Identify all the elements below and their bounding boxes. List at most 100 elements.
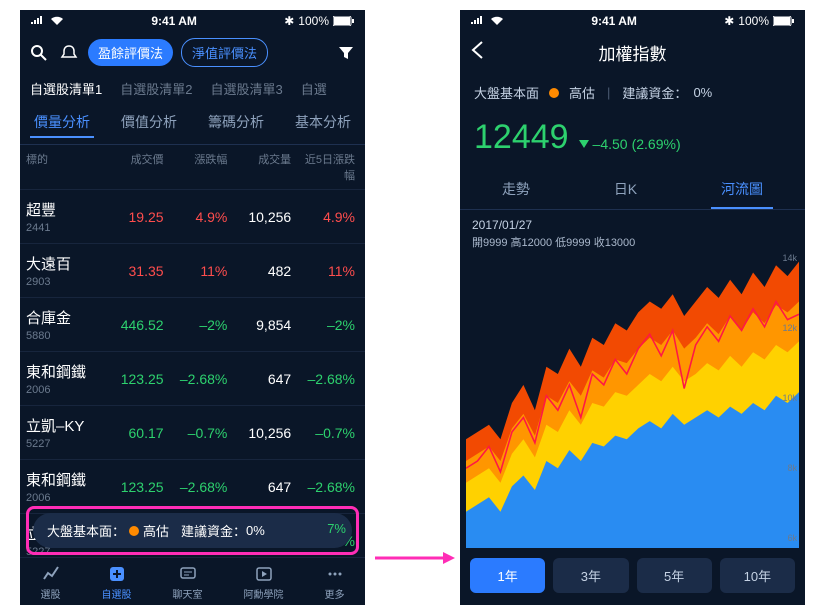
nav-item[interactable]: 自選股 (102, 564, 132, 601)
river-chart[interactable]: 14k12k10k8k6k (466, 258, 799, 548)
arrow-icon (375, 548, 455, 568)
nav-icon (178, 564, 198, 584)
watchlist-tab[interactable]: 自選股清單1 (30, 79, 102, 98)
signal-icon (470, 16, 486, 26)
col-change[interactable]: 漲跌幅 (168, 151, 232, 183)
watchlist-tab[interactable]: 自選股清單2 (120, 79, 192, 98)
y-tick: 12k (782, 323, 797, 333)
banner-status: 高估 (143, 521, 169, 540)
page-title: 加權指數 (599, 40, 667, 65)
signal-indicators (30, 16, 64, 26)
bottom-nav: 選股 自選股 聊天室 阿勳學院 更多 (20, 557, 365, 605)
ohlc-date: 2017/01/27 (472, 218, 793, 232)
y-tick: 14k (782, 253, 797, 263)
range-button[interactable]: 10年 (720, 558, 795, 593)
fund-status: 高估 (569, 83, 595, 102)
header: 加權指數 (460, 32, 805, 73)
chart-tab[interactable]: 河流圖 (711, 171, 773, 209)
price-cell: 60.17 (104, 425, 168, 441)
banner-pill[interactable]: 大盤基本面： 高估 建議資金： 0% (33, 513, 352, 548)
filter-icon[interactable] (335, 42, 357, 64)
change-cell: 11% (168, 263, 232, 279)
col-price[interactable]: 成交價 (104, 151, 168, 183)
fund-label: 大盤基本面 (474, 83, 539, 102)
stock-name: 合庫金5880 (26, 307, 104, 342)
nav-icon (41, 564, 61, 584)
wifi-icon (490, 16, 504, 26)
bell-icon[interactable] (58, 42, 80, 64)
header: 盈餘評價法 淨值評價法 (20, 32, 365, 73)
table-row[interactable]: 超豐244119.254.9%10,2564.9% (20, 190, 365, 244)
status-bar: 9:41 AM ✱ 100% (460, 10, 805, 32)
y-tick: 8k (787, 463, 797, 473)
nav-item[interactable]: 聊天室 (173, 564, 203, 601)
volume-cell: 482 (231, 263, 295, 279)
chart-tab[interactable]: 走勢 (492, 171, 540, 209)
change-cell: –0.7% (168, 425, 232, 441)
col-name[interactable]: 標的 (26, 151, 104, 183)
change-cell: –2% (168, 317, 232, 333)
phone-left: 9:41 AM ✱ 100% 盈餘評價法 淨值評價法 自選股清單1自選股清單2自… (20, 10, 365, 605)
volume-cell: 10,256 (231, 425, 295, 441)
nav-item[interactable]: 更多 (325, 564, 345, 601)
watchlist-tab[interactable]: 自選 (301, 79, 327, 98)
nav-icon (325, 564, 345, 584)
stock-name: 大遠百2903 (26, 253, 104, 288)
five-day-cell: 4.9% (295, 209, 359, 225)
watchlist-tabs: 自選股清單1 自選股清單2 自選股清單3 自選 (20, 73, 365, 104)
dot-orange-icon (129, 526, 139, 536)
back-button[interactable] (470, 40, 484, 65)
analysis-tabs: 價量分析價值分析籌碼分析基本分析 (20, 104, 365, 145)
chart-tab[interactable]: 日K (604, 171, 647, 209)
fundamental-line: 大盤基本面 高估 | 建議資金： 0% (460, 73, 805, 112)
table-row[interactable]: 東和鋼鐵2006123.25–2.68%647–2.68% (20, 352, 365, 406)
wifi-icon (50, 16, 64, 26)
phone-right: 9:41 AM ✱ 100% 加權指數 大盤基本面 高估 | 建議資金： 0% … (460, 10, 805, 605)
stock-name: 東和鋼鐵2006 (26, 361, 104, 396)
fund-suggestion-value: 0% (693, 85, 712, 100)
stock-name: 立凱–KY5227 (26, 415, 104, 450)
status-time: 9:41 AM (591, 14, 637, 28)
nav-item[interactable]: 阿勳學院 (244, 564, 284, 601)
table-row[interactable]: 大遠百290331.3511%48211% (20, 244, 365, 298)
table-header: 標的 成交價 漲跌幅 成交量 近5日漲跌幅 (20, 145, 365, 190)
battery-status: ✱ 100% (724, 14, 795, 28)
battery-icon (773, 16, 795, 26)
nav-item[interactable]: 選股 (41, 564, 61, 601)
search-icon[interactable] (28, 42, 50, 64)
bluetooth-icon: ✱ (724, 14, 734, 28)
index-change: –4.50(2.69%) (579, 136, 681, 152)
five-day-cell: –2% (295, 317, 359, 333)
stock-name: 超豐2441 (26, 199, 104, 234)
col-five-day[interactable]: 近5日漲跌幅 (295, 151, 359, 183)
range-button[interactable]: 3年 (553, 558, 628, 593)
y-tick: 10k (782, 393, 797, 403)
analysis-tab[interactable]: 價量分析 (30, 108, 94, 138)
bluetooth-icon: ✱ (284, 14, 294, 28)
table-row[interactable]: 合庫金5880446.52–2%9,854–2% (20, 298, 365, 352)
range-button[interactable]: 5年 (637, 558, 712, 593)
price-cell: 31.35 (104, 263, 168, 279)
five-day-cell: –0.7% (295, 425, 359, 441)
analysis-tab[interactable]: 籌碼分析 (204, 108, 268, 138)
analysis-tab[interactable]: 價值分析 (117, 108, 181, 138)
status-time: 9:41 AM (151, 14, 197, 28)
battery-status: ✱ 100% (284, 14, 355, 28)
range-button[interactable]: 1年 (470, 558, 545, 593)
watchlist-tab[interactable]: 自選股清單3 (210, 79, 282, 98)
col-volume[interactable]: 成交量 (231, 151, 295, 183)
ohlc-values: 開9999 高12000 低9999 收13000 (472, 234, 793, 250)
triangle-down-icon (579, 140, 589, 148)
table-row[interactable]: 立凱–KY522760.17–0.7%10,256–0.7% (20, 406, 365, 460)
nav-icon (254, 564, 274, 584)
index-value-row: 12449 –4.50(2.69%) (460, 112, 805, 171)
y-tick: 6k (787, 533, 797, 543)
signal-indicators (470, 16, 504, 26)
banner-suggestion-value: 0% (246, 523, 265, 538)
banner-label: 大盤基本面： (47, 521, 125, 540)
analysis-tab[interactable]: 基本分析 (291, 108, 355, 138)
volume-cell: 647 (231, 479, 295, 495)
valuation-pill-active[interactable]: 盈餘評價法 (88, 39, 173, 66)
valuation-pill-inactive[interactable]: 淨值評價法 (181, 38, 268, 67)
index-value: 12449 (474, 118, 569, 157)
